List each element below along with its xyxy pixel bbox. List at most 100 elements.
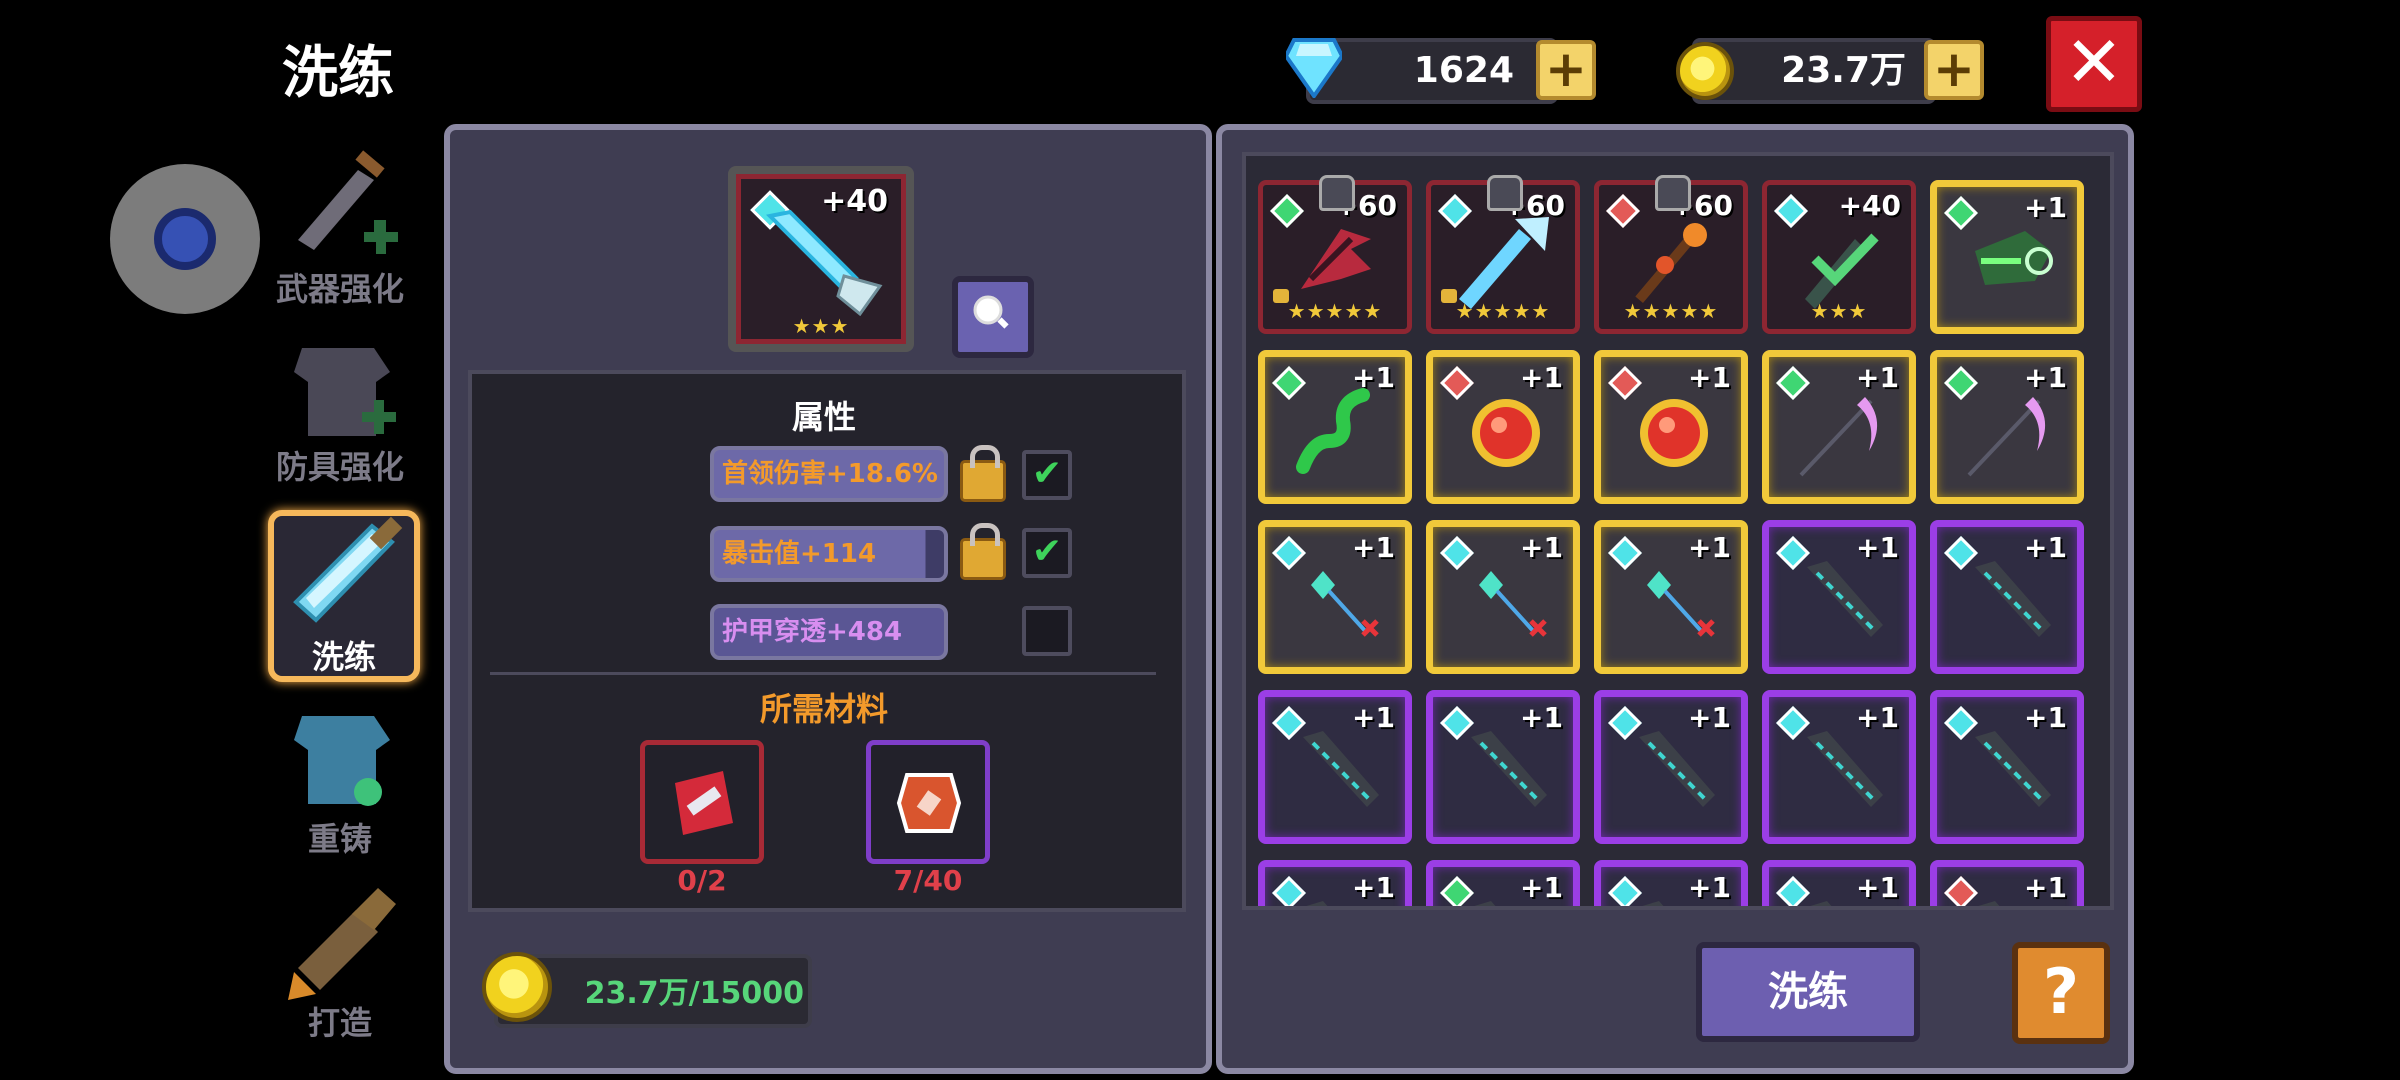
inspect-button[interactable] [952, 276, 1034, 358]
inventory-item-slot[interactable]: +1 [1258, 520, 1412, 674]
attribute-checkbox-armor-pen[interactable] [1022, 606, 1072, 656]
inventory-item-slot[interactable]: +1 [1930, 690, 2084, 844]
nav-forge[interactable]: 打造 [250, 884, 430, 1054]
dark-lance-icon [1451, 891, 1561, 906]
inventory-item-slot[interactable]: +1 [1594, 520, 1748, 674]
help-button[interactable]: ? [2012, 942, 2110, 1044]
add-gems-button[interactable]: + [1536, 40, 1596, 100]
inventory-item-slot[interactable]: +1 [1426, 350, 1580, 504]
inventory-item-slot[interactable]: +1 [1762, 690, 1916, 844]
lock-icon [1441, 289, 1457, 303]
attribute-checkbox-boss-damage[interactable]: ✔ [1022, 450, 1072, 500]
dark-lance-icon [1451, 721, 1561, 821]
red-scroll-material-icon [665, 765, 741, 841]
materials-title: 所需材料 [759, 690, 888, 728]
pink-scythe-icon [1787, 381, 1897, 481]
inventory-item-slot[interactable]: +1 [1930, 180, 2084, 334]
ice-spear-icon [1449, 209, 1559, 309]
dark-lance-icon [1619, 891, 1729, 906]
dark-lance-icon [1955, 721, 2065, 821]
inventory-item-slot[interactable]: +1 [1258, 860, 1412, 906]
item-stars: ★★★★★ [1623, 299, 1719, 323]
nav-armor-upgrade[interactable]: 防具强化 [250, 334, 430, 504]
inventory-item-slot[interactable]: +1 [1930, 860, 2084, 906]
selected-item-slot[interactable]: +40 ★★★ [728, 166, 914, 352]
bell-icon [1487, 175, 1523, 211]
inventory-item-slot[interactable]: +1 [1594, 690, 1748, 844]
sword-upgrade-icon [278, 150, 398, 270]
forge-rocket-icon [278, 884, 398, 1004]
material-count: 0/2 [677, 864, 727, 897]
inventory-item-slot[interactable]: +1 [1762, 860, 1916, 906]
red-sun-orb-icon [1451, 381, 1561, 481]
inventory-item-slot[interactable]: +1 [1426, 690, 1580, 844]
bell-icon [1655, 175, 1691, 211]
armor-upgrade-icon [278, 334, 398, 454]
attribute-crit: 暴击值+114 [710, 526, 948, 582]
lock-icon[interactable] [960, 523, 1006, 580]
inventory-item-slot[interactable]: +1 [1762, 350, 1916, 504]
nav-label: 武器强化 [275, 270, 404, 308]
floating-assist-button[interactable] [110, 164, 260, 314]
inventory-grid-bg: +60 ★★★★★ +60 ★★★★★ +60 ★★★★★ +40 ★★★ +1 +1 +1 +1 +1… [1242, 152, 2114, 910]
item-stars: ★★★ [1810, 299, 1868, 323]
crystal-wand-icon [1451, 551, 1561, 651]
attribute-boss-damage: 首领伤害+18.6% [710, 446, 948, 502]
inventory-item-slot[interactable]: +1 [1762, 520, 1916, 674]
nav-label: 洗练 [311, 638, 376, 676]
gem-count: 1624 [1413, 50, 1514, 91]
nav-label: 防具强化 [275, 448, 404, 486]
inventory-item-slot[interactable]: +1 [1258, 350, 1412, 504]
inventory-item-slot[interactable]: +1 [1594, 350, 1748, 504]
orange-stone-material-icon [893, 767, 965, 839]
dark-lance-icon [1955, 551, 2065, 651]
bell-icon [1319, 175, 1355, 211]
lock-icon [1273, 289, 1289, 303]
inventory-item-slot[interactable]: +1 [1930, 520, 2084, 674]
inventory-item-slot[interactable]: +1 [1258, 690, 1412, 844]
refine-button[interactable]: 洗练 [1696, 942, 1920, 1042]
crystal-wand-icon [1619, 551, 1729, 651]
dark-lance-icon [1787, 721, 1897, 821]
refine-cost: 23.7万/15000 [584, 976, 804, 1011]
nav-weapon-upgrade[interactable]: 武器强化 [250, 150, 430, 320]
pink-scythe-icon [1955, 381, 2065, 481]
crystal-wand-icon [1283, 551, 1393, 651]
close-button[interactable]: ✕ [2046, 16, 2142, 112]
dark-lance-icon [1283, 721, 1393, 821]
page-title: 洗练 [282, 41, 394, 106]
material-slot[interactable] [866, 740, 990, 864]
inventory-item-slot[interactable]: +60 ★★★★★ [1426, 175, 1580, 334]
material-slot[interactable] [640, 740, 764, 864]
assist-ring-icon [154, 208, 216, 270]
dark-lance-icon [1787, 551, 1897, 651]
recast-armor-icon [278, 706, 398, 826]
attribute-armor-pen: 护甲穿透+484 [710, 604, 948, 660]
diamond-icon [1283, 36, 1345, 100]
inventory-item-slot[interactable]: +60 ★★★★★ [1258, 175, 1412, 334]
nav-refine-active[interactable]: 洗练 [268, 510, 420, 682]
nav-recast[interactable]: 重铸 [250, 706, 430, 876]
nav-label: 打造 [307, 1004, 372, 1042]
attributes-title: 属性 [791, 398, 856, 436]
nav-label: 重铸 [307, 820, 372, 858]
dark-lance-icon [1283, 891, 1393, 906]
inventory-item-slot[interactable]: +1 [1930, 350, 2084, 504]
magnifier-icon [972, 294, 1010, 332]
inventory-item-slot[interactable]: +60 ★★★★★ [1594, 175, 1748, 334]
green-gauntlet-icon [1955, 211, 2065, 311]
inventory-item-slot[interactable]: +1 [1594, 860, 1748, 906]
dark-lance-icon [1787, 891, 1897, 906]
inventory-item-slot[interactable]: +1 [1426, 860, 1580, 906]
inventory-item-slot[interactable]: +1 [1426, 520, 1580, 674]
green-serpent-icon [1283, 381, 1393, 481]
material-count: 7/40 [893, 864, 963, 897]
spear-equipped-check-icon [1785, 209, 1895, 309]
inventory-item-slot[interactable]: +40 ★★★ [1762, 180, 1916, 334]
add-coins-button[interactable]: + [1924, 40, 1984, 100]
lock-icon[interactable] [960, 445, 1006, 502]
divider [490, 672, 1156, 675]
attribute-checkbox-crit[interactable]: ✔ [1022, 528, 1072, 578]
refine-crystal-sword-icon [282, 516, 406, 626]
red-sun-orb-icon [1619, 381, 1729, 481]
